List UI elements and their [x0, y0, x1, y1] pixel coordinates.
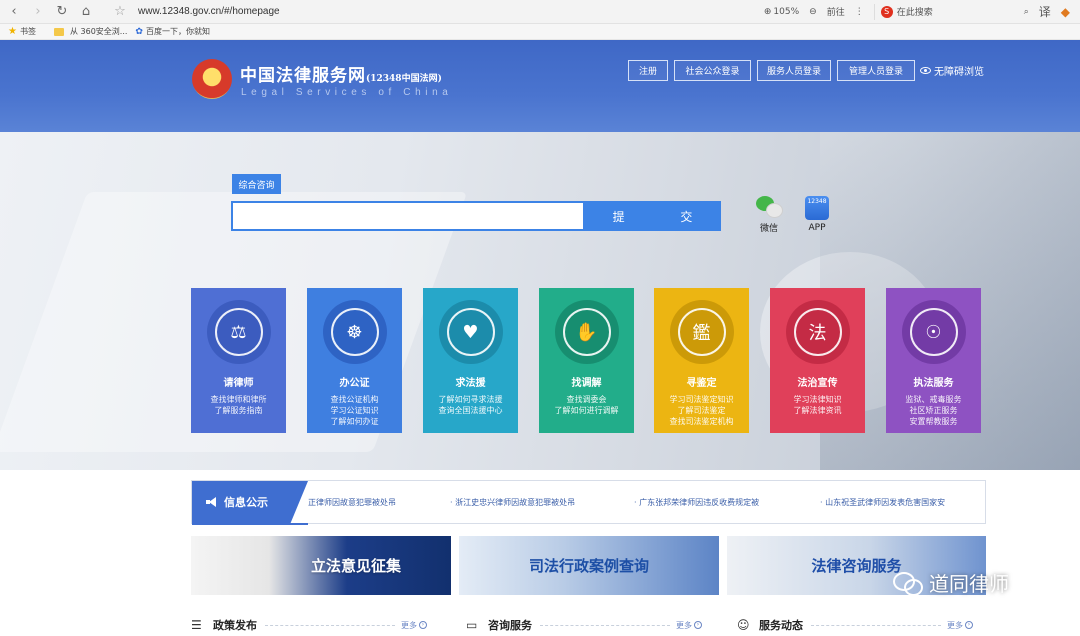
back-icon[interactable]: ‹ — [4, 2, 24, 22]
service-card-appraisal[interactable]: 鑑寻鉴定 学习司法鉴定知识 了解司法鉴定 查找司法鉴定机构 — [654, 288, 749, 433]
wechat-link[interactable]: 微信 — [756, 196, 783, 234]
glyph: ☉ — [909, 308, 958, 356]
service-card-lawyer[interactable]: ⚖ 请律师 查找律师和律所 了解服务指南 — [191, 288, 286, 433]
browser-toolbar: ‹ › ↻ ⌂ ☆ www.12348.gov.cn/#/homepage ⊕ 1… — [0, 0, 1080, 24]
list-icon: ☰ — [191, 618, 202, 632]
bookmark-item[interactable]: 从 360安全浏... — [70, 26, 127, 37]
more-link[interactable]: 更多 › — [676, 620, 702, 631]
glyph: ⚖ — [214, 308, 263, 356]
browser-search-box[interactable]: S 在此搜索 — [873, 3, 974, 20]
more-link[interactable]: 更多 › — [401, 620, 427, 631]
star-icon: ★ — [8, 26, 17, 37]
zoom-out-icon[interactable]: ⊖ — [809, 7, 817, 17]
accessibility-link[interactable]: 无障碍浏览 — [920, 63, 984, 78]
app-icon: 12348 — [805, 196, 829, 220]
address-bar[interactable]: www.12348.gov.cn/#/homepage — [138, 6, 280, 17]
smiley-icon: ☺ — [737, 618, 750, 632]
menu-icon[interactable]: ⋮ — [855, 7, 864, 17]
legal-aid-shield-icon: ♥ — [438, 300, 503, 364]
game-icon[interactable]: ◆ — [1061, 5, 1070, 19]
bookmarks-bar: ★ 书签 从 360安全浏... ✿ 百度一下，你就知 — [0, 24, 1080, 40]
service-card-mediation[interactable]: ✋ 找调解 查找调委会 了解如何进行调解 — [539, 288, 634, 433]
translate-button[interactable]: 译 — [1039, 3, 1051, 20]
more-arrow-icon: › — [965, 621, 973, 629]
notary-icon: ☸ — [322, 300, 387, 364]
forward-go-button[interactable]: 前往 — [827, 5, 845, 18]
section-consultation: ▭ 咨询服务 更多 › — [466, 614, 726, 636]
more-arrow-icon: › — [694, 621, 702, 629]
banner-case-query[interactable]: 司法行政案例查询 — [459, 536, 719, 595]
glyph: ♥ — [446, 308, 495, 356]
speaker-icon — [206, 497, 218, 507]
public-login-button[interactable]: 社会公众登录 — [674, 60, 751, 81]
search-engine-logo-icon[interactable]: S — [880, 5, 893, 18]
lawyer-icon: ⚖ — [206, 300, 271, 364]
site-header — [0, 40, 1080, 132]
glyph: 鑑 — [677, 308, 726, 356]
bookmark-item[interactable]: ✿ 百度一下，你就知 — [135, 26, 210, 37]
tab-general-consultation[interactable]: 综合咨询 — [232, 174, 281, 194]
zoom-level: 105% — [773, 6, 800, 17]
section-service-news: ☺ 服务动态 更多 › — [737, 614, 997, 636]
bookmark-item[interactable] — [53, 27, 64, 36]
news-item[interactable]: · 山东祝圣武律师因发表危害国家安 — [820, 497, 945, 508]
section-policy: ☰ 政策发布 更多 › — [191, 614, 451, 636]
more-arrow-icon: › — [419, 621, 427, 629]
search-placeholder: 在此搜索 — [896, 8, 933, 18]
site-title[interactable]: 中国法律服务网(12348中国法网) — [240, 61, 442, 86]
forward-icon[interactable]: › — [28, 2, 48, 22]
news-item[interactable]: · 浙江史忠兴律师因故意犯罪被处吊 — [450, 497, 575, 508]
app-link[interactable]: 12348 APP — [805, 196, 829, 233]
watermark: 道同律师 — [893, 568, 1009, 597]
handshake-icon: ✋ — [554, 300, 619, 364]
staff-login-button[interactable]: 服务人员登录 — [757, 60, 831, 81]
search-icon[interactable]: ⌕ — [1024, 7, 1029, 17]
service-card-notary[interactable]: ☸ 办公证 查找公证机构 学习公证知识 了解如何办证 — [307, 288, 402, 433]
news-item[interactable]: · 广东张邦荣律师因违反收费规定被 — [634, 497, 759, 508]
submit-button[interactable]: 提 交 — [584, 201, 721, 231]
service-card-legal-promotion[interactable]: 法法治宣传 学习法律知识 了解法律资讯 — [770, 288, 865, 433]
law-promotion-icon: 法 — [785, 300, 850, 364]
appraisal-seal-icon: 鑑 — [669, 300, 734, 364]
site-title-suffix: (12348中国法网) — [366, 74, 442, 84]
news-item[interactable]: 正律师因故意犯罪被处吊 — [308, 497, 396, 508]
search-input[interactable] — [231, 201, 585, 231]
register-button[interactable]: 注册 — [628, 60, 668, 81]
banner-legislation-feedback[interactable]: 立法意见征集 — [191, 536, 451, 595]
police-badge-icon: ☉ — [901, 300, 966, 364]
glyph: ☸ — [330, 308, 379, 356]
bookmark-item[interactable]: ★ 书签 — [8, 26, 36, 37]
service-card-enforcement[interactable]: ☉ 执法服务 监狱、戒毒服务 社区矫正服务 安置帮教服务 — [886, 288, 981, 433]
zoom-icon: ⊕ — [763, 6, 772, 17]
baidu-paw-icon: ✿ — [135, 26, 143, 37]
glyph: ✋ — [562, 308, 611, 356]
zoom-control[interactable]: ⊕ 105% — [764, 7, 799, 17]
bookmark-star-icon[interactable]: ☆ — [110, 2, 130, 22]
reload-icon[interactable]: ↻ — [52, 2, 72, 22]
home-icon[interactable]: ⌂ — [76, 2, 96, 22]
more-link[interactable]: 更多 › — [947, 620, 973, 631]
eye-icon — [920, 67, 931, 74]
glyph: 法 — [793, 308, 842, 356]
admin-login-button[interactable]: 管理人员登录 — [837, 60, 915, 81]
site-subtitle-en: Legal Services of China — [241, 87, 453, 98]
info-title: 信息公示 — [192, 481, 308, 523]
folder-icon — [53, 27, 64, 36]
chat-icon: ▭ — [466, 618, 478, 632]
national-emblem-icon[interactable] — [192, 59, 232, 99]
service-card-legal-aid[interactable]: ♥ 求法援 了解如何寻求法援 查询全国法援中心 — [423, 288, 518, 433]
info-announcement-bar: 信息公示 正律师因故意犯罪被处吊 · 浙江史忠兴律师因故意犯罪被处吊 · 广东张… — [191, 480, 986, 525]
wechat-icon — [756, 196, 783, 218]
